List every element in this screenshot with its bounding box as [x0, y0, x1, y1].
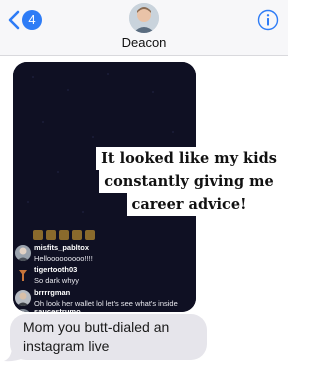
caption-line: career advice! — [126, 193, 252, 216]
contact-avatar[interactable] — [129, 3, 159, 33]
caption-line: constantly giving me — [99, 170, 279, 193]
comment-username: saucestrumo — [34, 307, 81, 312]
emoji-icon — [33, 230, 43, 240]
comment-username: misfits_pabltox — [34, 243, 90, 252]
meme-caption: It looked like my kids constantly giving… — [94, 147, 284, 216]
reaction-emoji-row — [33, 230, 95, 240]
contact-name[interactable]: Deacon — [0, 35, 288, 50]
incoming-message-bubble[interactable]: Mom you butt-dialed an instagram live — [10, 314, 207, 360]
info-icon[interactable] — [257, 9, 279, 31]
emoji-icon — [72, 230, 82, 240]
live-comment: misfits_pabltox Hellooooooooo!!!! — [13, 243, 196, 267]
avatar-image — [129, 3, 159, 33]
emoji-icon — [85, 230, 95, 240]
comment-text: Hellooooooooo!!!! — [34, 254, 93, 263]
chevron-left-icon — [8, 10, 20, 30]
nav-header: 4 Deacon — [0, 0, 288, 56]
live-comment: tigertooth03 So dark whyy — [13, 265, 196, 289]
comment-username: tigertooth03 — [34, 265, 78, 274]
commenter-avatar — [15, 267, 31, 283]
comment-username: brrrrgman — [34, 288, 71, 297]
unread-count-badge: 4 — [22, 10, 42, 30]
caption-line: It looked like my kids — [96, 147, 282, 170]
back-button[interactable]: 4 — [8, 9, 42, 31]
emoji-icon — [59, 230, 69, 240]
commenter-avatar — [15, 245, 31, 261]
commenter-avatar — [15, 290, 31, 306]
live-comment: saucestrumo — [13, 307, 196, 312]
commenter-avatar — [15, 309, 31, 312]
comment-text: So dark whyy — [34, 276, 80, 285]
emoji-icon — [46, 230, 56, 240]
